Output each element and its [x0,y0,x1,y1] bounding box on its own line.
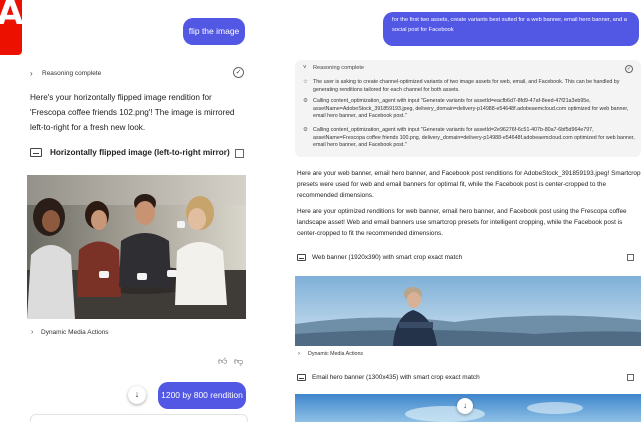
chevron-right-icon: › [30,68,33,78]
open-external-icon[interactable] [235,149,244,158]
card-title: Horizontally flipped image (left-to-righ… [30,148,244,157]
chat-panel-right: for the first two assets, create variant… [280,0,641,422]
reasoning-toggle[interactable]: ˅ Reasoning complete ✓ [303,65,633,73]
web-banner-image[interactable] [295,276,641,346]
chevron-down-icon: ˅ [303,65,307,71]
thumbs-down-icon[interactable]: 👎︎ [234,356,243,367]
image-icon [297,254,306,261]
thumbs-up-icon[interactable]: 👍︎ [218,356,227,367]
image-icon [30,148,42,157]
reasoning-panel: ˅ Reasoning complete ✓ ☆ The user is ask… [295,60,641,157]
suggestion-chip[interactable]: 1200 by 800 rendition [158,382,246,409]
tool-icon: ⚙ [303,98,308,104]
card-title-text: Web banner (1920x390) with smart crop ex… [312,254,463,261]
user-message-bubble: flip the image [183,18,245,45]
open-external-icon[interactable] [627,374,634,381]
reasoning-step: ⚙ Calling content_optimization_agent wit… [303,127,637,150]
reasoning-toggle[interactable]: › Reasoning complete ✓ [30,66,244,80]
adobe-logo: A [0,0,23,55]
dm-actions-label: Dynamic Media Actions [308,351,364,357]
chevron-right-icon: › [298,351,300,357]
assistant-response-text: Here are your optimized renditions for w… [297,208,627,237]
open-external-icon[interactable] [627,254,634,261]
assistant-response-text: Here are your web banner, email hero ban… [297,170,641,199]
assistant-response-text: Here's your horizontally flipped image r… [30,93,235,132]
reasoning-step-text: Calling content_optimization_agent with … [313,127,635,149]
image-icon [297,374,306,381]
input-card-edge [30,414,248,422]
scroll-down-button[interactable]: ↓ [457,398,473,414]
arrow-down-icon: ↓ [134,389,140,399]
arrow-down-icon: ↓ [463,401,467,410]
reasoning-step: ⚙ Calling content_optimization_agent wit… [303,98,637,121]
user-message-bubble: for the first two assets, create variant… [383,12,639,46]
reasoning-step-text: Calling content_optimization_agent with … [313,98,629,120]
dynamic-media-actions[interactable]: › Dynamic Media Actions [298,351,363,357]
check-circle-icon: ✓ [625,65,633,73]
reasoning-label: Reasoning complete [313,65,364,71]
dm-actions-label: Dynamic Media Actions [41,329,109,336]
check-circle-icon: ✓ [233,67,244,78]
card-title-text: Horizontally flipped image (left-to-righ… [50,148,230,157]
tool-icon: ⚙ [303,127,308,133]
dynamic-media-actions[interactable]: › Dynamic Media Actions [31,329,109,336]
card-title: Email hero banner (1300x435) with smart … [297,374,480,381]
reasoning-step-text: The user is asking to create channel-opt… [313,79,620,93]
chat-panel-left: A flip the image › Reasoning complete ✓ … [0,0,262,422]
scroll-down-button[interactable]: ↓ [128,386,146,404]
card-title: Web banner (1920x390) with smart crop ex… [297,254,462,261]
card-title-text: Email hero banner (1300x435) with smart … [312,374,480,381]
flipped-image[interactable] [27,175,246,319]
chevron-right-icon: › [31,329,34,336]
reasoning-step: ☆ The user is asking to create channel-o… [303,79,637,94]
reasoning-label: Reasoning complete [42,69,102,77]
agent-icon: ☆ [303,79,308,85]
